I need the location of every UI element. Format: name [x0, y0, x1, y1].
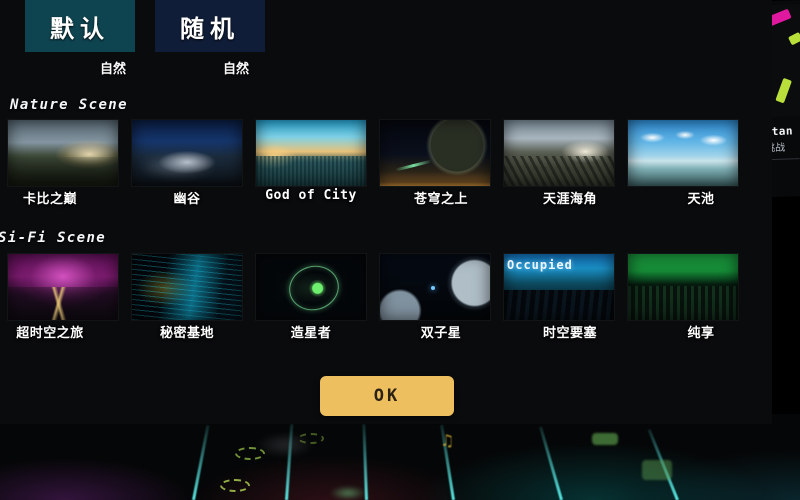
scene-thumbnail[interactable]: [380, 254, 490, 320]
thumbnail-vignette: [628, 120, 738, 186]
thumbnail-vignette: [380, 254, 490, 320]
tab-random[interactable]: 随机: [155, 0, 265, 52]
scene-thumbnail[interactable]: [380, 120, 490, 186]
shard-shape: [787, 31, 800, 46]
scene-item-kabi[interactable]: 卡比之巅: [8, 120, 118, 207]
scene-item-cape[interactable]: 天涯海角: [504, 120, 614, 207]
scene-grid-nature: 卡比之巅 幽谷 God of City 苍穹之上 天涯海角 天池: [8, 120, 738, 207]
scene-label: 造星者: [290, 326, 332, 341]
scene-label: 超时空之旅: [16, 326, 84, 341]
scene-thumbnail[interactable]: [132, 254, 242, 320]
scene-label: 秘密基地: [159, 326, 214, 341]
tab-default[interactable]: 默认: [25, 0, 135, 52]
scene-item-star-maker[interactable]: 造星者: [256, 254, 366, 341]
thumbnail-vignette: [8, 254, 118, 320]
scene-thumbnail[interactable]: [628, 254, 738, 320]
scene-item-fortress[interactable]: Occupied 时空要塞: [504, 254, 614, 341]
highway-lane-line: [192, 425, 210, 500]
note-glow: [330, 486, 366, 500]
scene-thumbnail[interactable]: [132, 120, 242, 186]
thumbnail-vignette: [380, 120, 490, 186]
music-note-icon: ♫: [440, 431, 455, 450]
tab-bar: 默认 随机: [25, 0, 265, 52]
tab-default-sublabel: 自然: [100, 62, 127, 77]
thumbnail-vignette: [628, 254, 738, 320]
thumbnail-vignette: [256, 120, 366, 186]
scene-item-warp[interactable]: 超时空之旅: [8, 254, 118, 341]
tab-random-sublabel: 自然: [223, 62, 250, 77]
section-title-nature: Nature Scene: [10, 97, 128, 113]
scene-label: 天涯海角: [542, 192, 597, 207]
scene-item-pure[interactable]: 纯享: [628, 254, 738, 341]
scene-thumbnail[interactable]: [256, 254, 366, 320]
screen-root: ♫ itan 挑战 默认 随机 自然 自然 Nature Scene 卡比之巅 …: [0, 0, 800, 500]
scene-thumbnail[interactable]: [628, 120, 738, 186]
shard-shape: [775, 77, 792, 104]
note-highway: ♫: [0, 414, 800, 500]
thumbnail-vignette: [132, 254, 242, 320]
note-ring: [235, 447, 265, 460]
scene-grid-scifi: 超时空之旅 秘密基地 造星者 双子星 Occupied 时空要塞 纯享: [8, 254, 738, 341]
scene-label: 天池: [687, 192, 715, 207]
scene-thumbnail[interactable]: [504, 120, 614, 186]
note-pad: [642, 460, 672, 480]
scene-thumbnail[interactable]: [8, 120, 118, 186]
thumbnail-vignette: [132, 120, 242, 186]
note-pad: [592, 433, 618, 445]
scene-thumbnail[interactable]: [256, 120, 366, 186]
scene-label: 双子星: [420, 326, 462, 341]
scene-label: 卡比之巅: [22, 192, 77, 207]
section-title-scifi: Si-Fi Scene: [0, 230, 107, 246]
scene-label: 时空要塞: [542, 326, 597, 341]
scene-item-valley[interactable]: 幽谷: [132, 120, 242, 207]
note-ring: [220, 479, 250, 492]
scene-thumbnail[interactable]: [8, 254, 118, 320]
occupied-badge: Occupied: [507, 258, 573, 272]
scene-item-sky[interactable]: 苍穹之上: [380, 120, 490, 207]
scene-item-secret-base[interactable]: 秘密基地: [132, 254, 242, 341]
thumbnail-vignette: [8, 120, 118, 186]
tab-sublabel-row: 自然 自然: [25, 58, 285, 78]
scene-label: 纯享: [687, 326, 715, 341]
scene-label: 幽谷: [173, 192, 201, 207]
thumbnail-vignette: [504, 120, 614, 186]
scene-item-lake[interactable]: 天池: [628, 120, 738, 207]
highway-lane-line: [539, 426, 563, 500]
scene-label: God of City: [265, 188, 357, 203]
scene-item-twin-stars[interactable]: 双子星: [380, 254, 490, 341]
note-ring: [298, 433, 324, 444]
scene-label: 苍穹之上: [413, 192, 468, 207]
thumbnail-vignette: [256, 254, 366, 320]
scene-item-god-of-city[interactable]: God of City: [256, 120, 366, 203]
scene-select-panel: 默认 随机 自然 自然 Nature Scene 卡比之巅 幽谷 God of …: [0, 0, 772, 424]
scene-thumbnail[interactable]: Occupied: [504, 254, 614, 320]
ok-button[interactable]: OK: [320, 376, 454, 416]
